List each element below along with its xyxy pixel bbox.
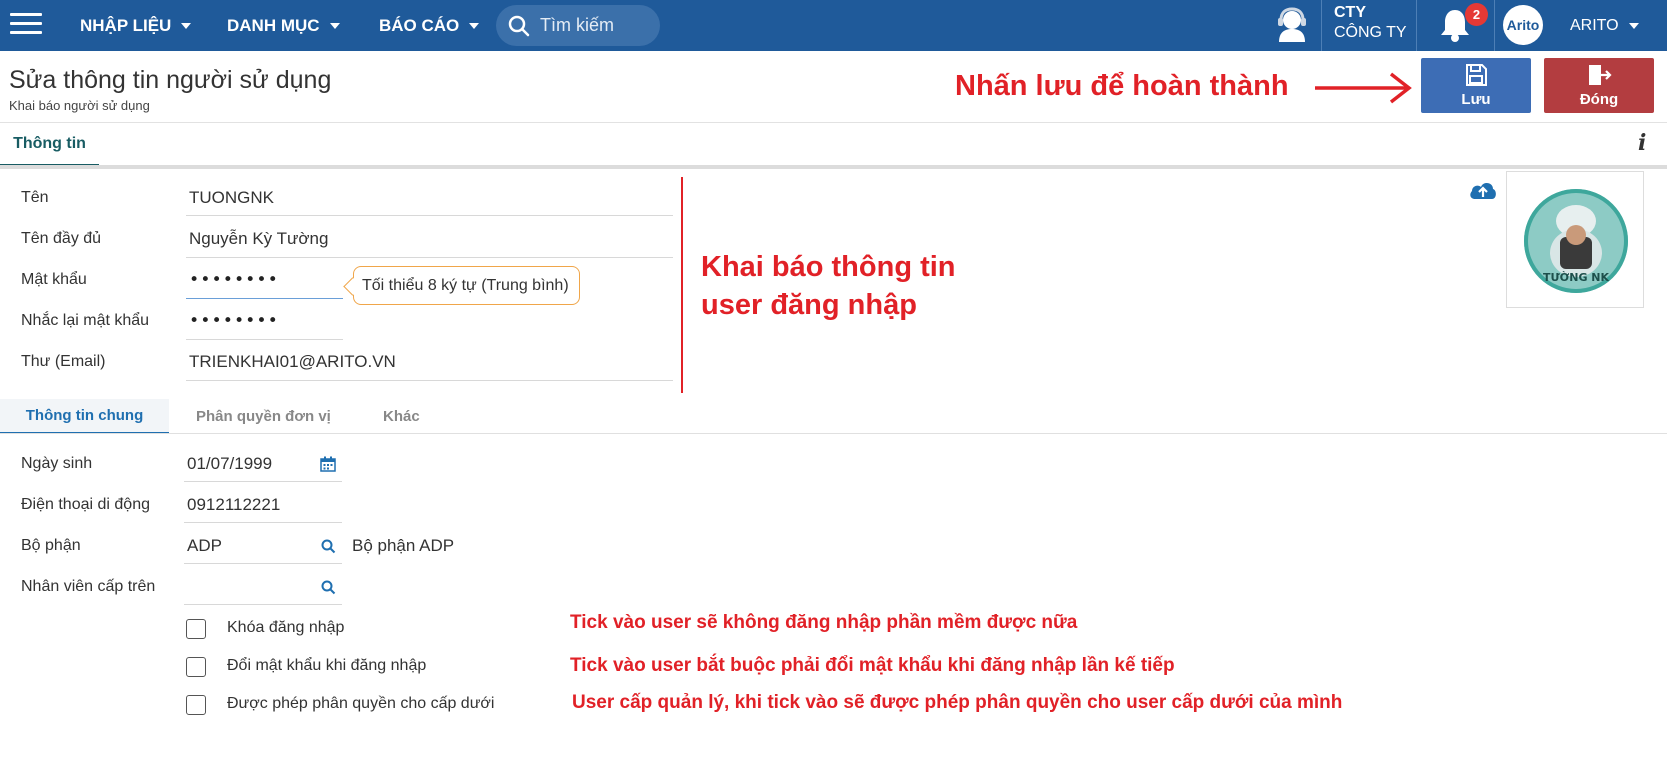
password-field[interactable] [189,268,339,292]
tab-divider [0,165,1667,169]
delegate-permission-label: Được phép phân quyền cho cấp dưới [227,695,495,712]
department-name: Bộ phận ADP [352,536,455,555]
exit-door-icon [1589,65,1612,85]
support-headset-icon[interactable] [1273,6,1311,44]
name-field[interactable]: TUONGNK [189,188,274,208]
field-underline [184,604,342,605]
company-short: CTY [1334,4,1366,21]
phone-field[interactable]: 0912112221 [187,495,280,515]
avatar-text: TƯỜNG NK [1543,271,1610,284]
repeat-password-label: Nhắc lại mật khẩu [21,312,150,329]
annotation-delegate-hint: User cấp quản lý, khi tick vào sẽ được p… [572,692,1343,713]
calendar-icon[interactable] [320,456,336,472]
caret-down-icon [181,22,192,29]
repeat-password-field[interactable] [189,309,339,333]
fullname-label: Tên đầy đủ [21,230,102,247]
search-input[interactable] [540,15,650,36]
field-underline [186,215,673,216]
annotation-line: Khai báo thông tin [701,251,956,283]
department-field[interactable]: ADP [187,536,222,556]
menu-nhap-lieu[interactable]: NHẬP LIỆU [80,0,192,51]
divider [1416,0,1417,51]
lock-login-checkbox[interactable] [186,619,206,639]
divider [1321,0,1322,51]
annotation-lock-hint: Tick vào user sẽ không đăng nhập phần mề… [570,612,1078,633]
lock-login-label: Khóa đăng nhập [227,619,345,636]
notification-badge: 2 [1465,3,1488,26]
user-menu[interactable]: ARITO [1570,0,1639,51]
password-label: Mật khẩu [21,271,87,288]
email-label: Thư (Email) [21,353,106,370]
avatar-image: TƯỜNG NK [1524,189,1628,293]
birth-label: Ngày sinh [21,455,93,472]
user-name: ARITO [1570,16,1619,34]
company-selector[interactable]: CTY CÔNG TY [1334,3,1407,43]
divider [0,122,1667,123]
hamburger-menu-icon[interactable] [10,13,42,37]
floppy-disk-icon [1466,64,1487,86]
annotation-change-password-hint: Tick vào user bắt buộc phải đổi mật khẩu… [570,655,1175,676]
annotation-divider [681,177,683,393]
divider [1494,0,1495,51]
delegate-permission-checkbox[interactable] [186,695,206,715]
change-password-label: Đổi mật khẩu khi đăng nhập [227,657,427,674]
annotation-user-info: Khai báo thông tin user đăng nhập [701,248,956,324]
subtab-divider [0,433,1667,434]
save-label: Lưu [1461,91,1491,108]
lookup-search-icon[interactable] [321,580,336,595]
menu-label: BÁO CÁO [379,15,460,35]
change-password-checkbox[interactable] [186,657,206,677]
email-field[interactable]: TRIENKHAI01@ARITO.VN [189,352,396,372]
field-underline [186,380,673,381]
top-navbar: NHẬP LIỆU DANH MỤC BÁO CÁO CTY CÔNG TY 2… [0,0,1667,51]
caret-down-icon [1628,22,1639,29]
tab-thong-tin[interactable]: Thông tin [0,123,99,167]
cloud-upload-icon[interactable] [1468,178,1498,202]
menu-label: NHẬP LIỆU [80,15,172,35]
birth-date-field[interactable]: 01/07/1999 [187,454,272,474]
subtab-phan-quyen-don-vi[interactable]: Phân quyền đơn vị [196,399,331,434]
close-label: Đóng [1579,91,1619,108]
field-underline-active [186,298,343,299]
annotation-arrow-icon [1315,72,1412,104]
department-label: Bộ phận [21,537,81,554]
field-underline [186,339,343,340]
manager-field[interactable] [187,577,307,597]
menu-danh-muc[interactable]: DANH MỤC [227,0,340,51]
caret-down-icon [469,22,480,29]
name-label: Tên [21,189,49,206]
avatar-frame[interactable]: TƯỜNG NK [1506,171,1644,308]
search-box [496,5,660,46]
company-name: CÔNG TY [1334,24,1407,41]
manager-label: Nhân viên cấp trên [21,578,156,595]
field-underline [186,257,673,258]
annotation-line: user đăng nhập [701,289,917,321]
page-title: Sửa thông tin người sử dụng [9,66,332,94]
lookup-search-icon[interactable] [321,539,336,554]
menu-label: DANH MỤC [227,15,320,35]
field-underline [184,481,342,482]
company-logo-avatar: Arito [1503,5,1543,45]
search-icon [508,15,530,36]
password-strength-tooltip: Tối thiểu 8 ký tự (Trung bình) [353,266,580,305]
field-underline [184,563,342,564]
save-button[interactable]: Lưu [1421,58,1531,113]
field-underline [184,522,342,523]
caret-down-icon [329,22,340,29]
annotation-save-hint: Nhấn lưu để hoàn thành [955,70,1289,102]
avatar: TƯỜNG NK [1524,189,1628,293]
subtab-khac[interactable]: Khác [383,399,420,434]
fullname-field[interactable]: Nguyễn Kỳ Tường [189,229,328,249]
phone-label: Điện thoại di động [21,496,150,513]
info-icon[interactable]: i [1638,130,1646,156]
page-subtitle: Khai báo người sử dụng [9,98,150,113]
menu-bao-cao[interactable]: BÁO CÁO [379,0,480,51]
subtab-thong-tin-chung[interactable]: Thông tin chung [0,399,169,434]
close-button[interactable]: Đóng [1544,58,1654,113]
password-hint: Tối thiểu 8 ký tự (Trung bình) [362,276,569,294]
